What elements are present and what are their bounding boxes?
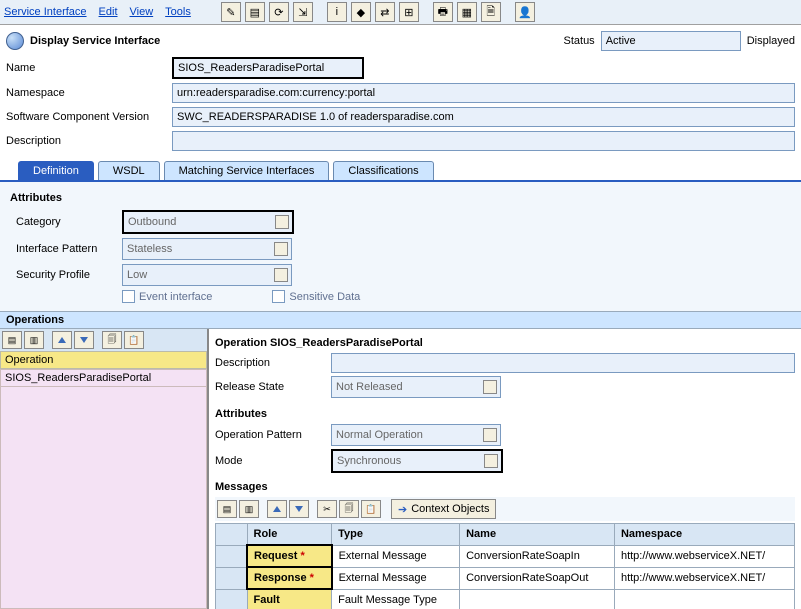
toolbar-person-icon[interactable]: 👤 [515, 2, 535, 22]
op-move-up-icon[interactable] [52, 331, 72, 349]
pattern-dropdown[interactable]: Stateless [122, 238, 292, 260]
messages-toolbar: ▤ ▥ ✂ 🗐 📋 ➔Context Objects [215, 497, 795, 521]
col-namespace: Namespace [614, 524, 794, 546]
toolbar-where-used-icon[interactable]: ◆ [351, 2, 371, 22]
toolbar-save-icon[interactable]: ▤ [245, 2, 265, 22]
pattern-label: Interface Pattern [16, 243, 116, 255]
messages-section: Messages ▤ ▥ ✂ 🗐 📋 ➔Context Objects Role… [215, 481, 795, 609]
name-field: SIOS_ReadersParadisePortal [172, 57, 364, 79]
page-title: Display Service Interface [30, 35, 160, 47]
op-description-field[interactable] [331, 353, 795, 373]
operation-column-header: Operation [0, 351, 207, 369]
msg-copy-icon[interactable]: 🗐 [339, 500, 359, 518]
op-delete-icon[interactable]: ▥ [24, 331, 44, 349]
description-field[interactable] [172, 131, 795, 151]
menu-bar: Service Interface Edit View Tools ✎ ▤ ⟳ … [0, 0, 801, 25]
col-type: Type [332, 524, 460, 546]
tab-definition[interactable]: Definition [18, 161, 94, 180]
op-attributes-section: Attributes [215, 408, 795, 420]
globe-icon [6, 32, 24, 50]
category-label: Category [16, 216, 116, 228]
toolbar-edit-icon[interactable]: ✎ [221, 2, 241, 22]
table-row[interactable]: Fault Fault Message Type [216, 589, 795, 609]
menu-edit[interactable]: Edit [99, 6, 118, 18]
toolbar-doc-icon[interactable]: 🗎 [481, 2, 501, 22]
op-paste-icon[interactable]: 📋 [124, 331, 144, 349]
mode-label: Mode [215, 455, 325, 467]
namespace-field: urn:readersparadise.com:currency:portal [172, 83, 795, 103]
msg-add-icon[interactable]: ▤ [217, 500, 237, 518]
operations-toolbar: ▤ ▥ 🗐 📋 [0, 329, 207, 351]
toolbar-refresh-icon[interactable]: ⟳ [269, 2, 289, 22]
op-move-down-icon[interactable] [74, 331, 94, 349]
menu-view[interactable]: View [130, 6, 154, 18]
tab-wsdl[interactable]: WSDL [98, 161, 160, 180]
operation-detail-panel: Operation SIOS_ReadersParadisePortal Des… [209, 329, 801, 609]
swcv-label: Software Component Version [6, 111, 166, 123]
msg-move-down-icon[interactable] [289, 500, 309, 518]
toolbar-grid-icon[interactable]: ▦ [457, 2, 477, 22]
category-dropdown[interactable]: Outbound [122, 210, 294, 234]
menu-service-interface[interactable]: Service Interface [4, 6, 87, 18]
operation-row[interactable]: SIOS_ReadersParadisePortal [0, 369, 207, 387]
table-corner [216, 524, 248, 546]
event-interface-checkbox[interactable]: Event interface [122, 290, 212, 303]
mode-dropdown[interactable]: Synchronous [331, 449, 503, 473]
operation-pattern-label: Operation Pattern [215, 429, 325, 441]
security-label: Security Profile [16, 269, 116, 281]
msg-cut-icon[interactable]: ✂ [317, 500, 337, 518]
namespace-label: Namespace [6, 87, 166, 99]
toolbar-link-icon[interactable]: ⇄ [375, 2, 395, 22]
tab-classifications[interactable]: Classifications [333, 161, 433, 180]
operation-list-empty-area [0, 387, 207, 609]
toolbar-print-icon[interactable]: 🖶 [433, 2, 453, 22]
menu-tools[interactable]: Tools [165, 6, 191, 18]
operations-section-header: Operations [0, 311, 801, 329]
messages-header: Messages [215, 481, 795, 493]
context-objects-button[interactable]: ➔Context Objects [391, 499, 496, 519]
toolbar-info-icon[interactable]: i [327, 2, 347, 22]
col-name: Name [460, 524, 615, 546]
page-header: Display Service Interface Status Active … [0, 25, 801, 55]
table-row[interactable]: Request * External Message ConversionRat… [216, 545, 795, 567]
displayed-label: Displayed [747, 35, 795, 47]
col-role: Role [247, 524, 332, 546]
tab-matching[interactable]: Matching Service Interfaces [164, 161, 330, 180]
status-label: Status [564, 35, 595, 47]
description-label: Description [6, 135, 166, 147]
op-add-icon[interactable]: ▤ [2, 331, 22, 349]
msg-delete-icon[interactable]: ▥ [239, 500, 259, 518]
security-dropdown[interactable]: Low [122, 264, 292, 286]
status-field: Active [601, 31, 741, 51]
msg-paste-icon[interactable]: 📋 [361, 500, 381, 518]
table-row[interactable]: Response * External Message ConversionRa… [216, 567, 795, 589]
sensitive-data-checkbox[interactable]: Sensitive Data [272, 290, 360, 303]
toolbar-table-icon[interactable]: ⊞ [399, 2, 419, 22]
op-copy-icon[interactable]: 🗐 [102, 331, 122, 349]
operations-area: ▤ ▥ 🗐 📋 Operation SIOS_ReadersParadisePo… [0, 329, 801, 609]
operation-pattern-dropdown[interactable]: Normal Operation [331, 424, 501, 446]
op-description-label: Description [215, 357, 325, 369]
toolbar-export-icon[interactable]: ⇲ [293, 2, 313, 22]
arrow-right-icon: ➔ [398, 503, 407, 516]
definition-pane: Attributes Category Outbound Interface Pa… [0, 180, 801, 311]
name-label: Name [6, 62, 166, 74]
msg-move-up-icon[interactable] [267, 500, 287, 518]
operations-list-panel: ▤ ▥ 🗐 📋 Operation SIOS_ReadersParadisePo… [0, 329, 209, 609]
release-state-label: Release State [215, 381, 325, 393]
messages-table: Role Type Name Namespace Request * Exter… [215, 523, 795, 609]
release-state-dropdown[interactable]: Not Released [331, 376, 501, 398]
swcv-field: SWC_READERSPARADISE 1.0 of readersparadi… [172, 107, 795, 127]
operation-detail-header: Operation SIOS_ReadersParadisePortal [215, 337, 795, 349]
tab-strip: Definition WSDL Matching Service Interfa… [18, 161, 801, 180]
attributes-section-header: Attributes [10, 192, 791, 204]
toolbar: ✎ ▤ ⟳ ⇲ i ◆ ⇄ ⊞ 🖶 ▦ 🗎 👤 [221, 2, 535, 22]
